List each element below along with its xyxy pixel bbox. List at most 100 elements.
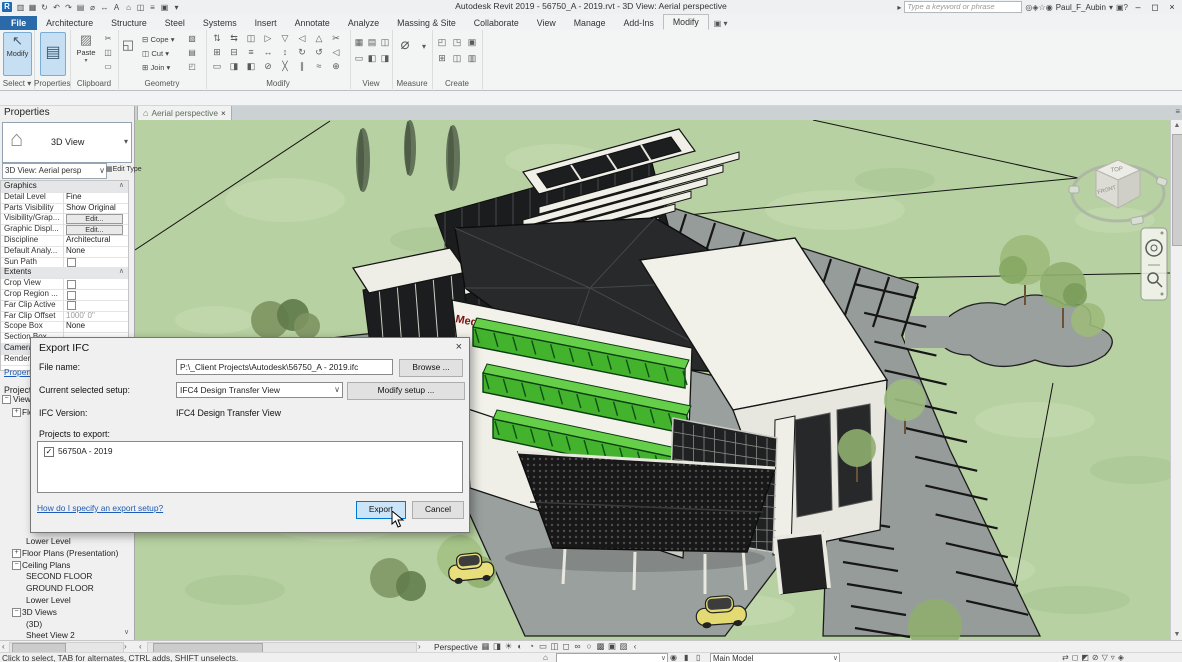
pb-scroll-left-icon[interactable]: ‹ xyxy=(2,642,5,651)
projects-listbox[interactable]: ✓ 56750A - 2019 xyxy=(37,441,463,493)
prop-value[interactable]: None xyxy=(63,246,129,257)
thin-lines-icon[interactable]: ≡ xyxy=(147,2,158,13)
prop-value[interactable]: Fine xyxy=(63,192,129,203)
view-tool-icon-2[interactable]: ▤ xyxy=(365,36,379,49)
reveal-hidden-icon[interactable]: ○ xyxy=(585,641,594,652)
drag-on-selection-icon[interactable]: ▽ xyxy=(1102,653,1108,662)
undo-icon[interactable]: ↶ xyxy=(51,2,62,13)
modify-tool-icon-15[interactable]: ↺ xyxy=(312,46,326,59)
search-icon[interactable]: ◎ xyxy=(1025,3,1032,12)
ribbon-tab-view[interactable]: View xyxy=(528,16,565,30)
measure-tool-icon[interactable]: ⌀ xyxy=(398,38,412,51)
modify-tool-icon-11[interactable]: ≡ xyxy=(244,46,258,59)
detail-level-icon[interactable]: ▦ xyxy=(481,641,490,652)
modify-tool-icon-17[interactable]: ▭ xyxy=(210,60,224,73)
ribbon-tab-structure[interactable]: Structure xyxy=(102,16,156,30)
aligned-dimension-icon[interactable]: ↔ xyxy=(99,2,110,13)
pb-item-floor-plans-presentation-[interactable]: Floor Plans (Presentation) xyxy=(22,548,118,558)
type-selector[interactable]: ⌂ 3D View ▾ xyxy=(2,122,132,163)
collapse-group-icon[interactable]: ∧ xyxy=(119,181,124,192)
worksets-icon[interactable]: ⌂ xyxy=(543,653,548,662)
export-setup-help-link[interactable]: How do I specify an export setup? xyxy=(37,503,163,513)
chevron-right-icon[interactable]: ▸ xyxy=(897,3,901,12)
show-crop-icon[interactable]: ◫ xyxy=(550,641,559,652)
redo-icon[interactable]: ↷ xyxy=(63,2,74,13)
modify-tool-icon-24[interactable]: ⊕ xyxy=(329,60,343,73)
favorites-icon[interactable]: ☆ xyxy=(1039,3,1046,12)
section-icon[interactable]: ◫ xyxy=(135,2,146,13)
customize-qat-icon[interactable]: ▾ xyxy=(171,2,182,13)
collapse-icon[interactable]: ‹ xyxy=(631,641,640,652)
text-icon[interactable]: A xyxy=(111,2,122,13)
modify-tool-icon-19[interactable]: ◧ xyxy=(244,60,258,73)
copy-to-clipboard-icon[interactable]: ◫ xyxy=(102,48,114,57)
modify-tool-icon-4[interactable]: ▷ xyxy=(261,32,275,45)
filter-icon[interactable]: ▿ xyxy=(1111,653,1115,662)
modify-tool-icon-21[interactable]: ╳ xyxy=(278,60,292,73)
modify-tool-icon-13[interactable]: ↕ xyxy=(278,46,292,59)
editable-only-icon[interactable]: ◉ xyxy=(670,653,677,662)
chevron-down-icon[interactable]: ▾ xyxy=(1109,3,1113,12)
modify-tool-icon-7[interactable]: △ xyxy=(312,32,326,45)
dialog-close-icon[interactable]: × xyxy=(456,341,462,353)
create-tool-icon-1[interactable]: ◰ xyxy=(435,36,449,49)
view-tool-icon-1[interactable]: ▦ xyxy=(352,36,366,49)
modify-panel-overflow[interactable]: ▣ ▾ xyxy=(709,17,733,30)
worksharing-display-icon[interactable]: ▩ xyxy=(596,641,605,652)
create-tool-icon-2[interactable]: ◳ xyxy=(450,36,464,49)
create-tool-icon-4[interactable]: ⊞ xyxy=(435,52,449,65)
checkbox[interactable] xyxy=(67,258,76,267)
revit-logo-icon[interactable]: R xyxy=(2,2,12,12)
ribbon-tab-annotate[interactable]: Annotate xyxy=(286,16,339,30)
prop-value[interactable]: None xyxy=(63,321,129,332)
create-tool-icon-3[interactable]: ▣ xyxy=(465,36,479,49)
default-3d-view-icon[interactable]: ⌂ xyxy=(123,2,134,13)
view-tool-icon-3[interactable]: ◫ xyxy=(378,36,392,49)
background-processes-icon[interactable]: ◈ xyxy=(1118,653,1124,662)
temporary-view-properties-icon[interactable]: ▣ xyxy=(608,641,617,652)
view-tool-icon-6[interactable]: ◨ xyxy=(378,52,392,65)
pb-item-lower-level[interactable]: Lower Level xyxy=(26,536,71,546)
pb-item-ground-floor[interactable]: GROUND FLOOR xyxy=(26,583,94,593)
select-underlay-icon[interactable]: ◻ xyxy=(1072,653,1079,662)
browse-button[interactable]: Browse ... xyxy=(399,359,463,377)
crop-view-icon[interactable]: ▭ xyxy=(539,641,548,652)
match-type-icon[interactable]: ▭ xyxy=(102,62,114,71)
modify-tool-icon-5[interactable]: ▽ xyxy=(278,32,292,45)
ribbon-tab-systems[interactable]: Systems xyxy=(194,16,246,30)
expand-icon[interactable]: + xyxy=(12,408,21,417)
checkbox[interactable] xyxy=(67,280,76,289)
ribbon-tab-modify[interactable]: Modify xyxy=(663,14,709,30)
temporary-hide-isolate-icon[interactable]: ∞ xyxy=(573,641,582,652)
create-tool-icon-5[interactable]: ◫ xyxy=(450,52,464,65)
project-checkbox[interactable]: ✓ xyxy=(44,447,54,457)
measure-icon[interactable]: ⌀ xyxy=(87,2,98,13)
switch-windows-icon[interactable]: ▣ xyxy=(159,2,170,13)
ribbon-tab-steel[interactable]: Steel xyxy=(156,16,194,30)
pb-item--3d-[interactable]: (3D) xyxy=(26,619,42,629)
print-icon[interactable]: ▤ xyxy=(75,2,86,13)
cancel-button[interactable]: Cancel xyxy=(412,501,464,519)
canvas-scroll-left-icon[interactable]: ‹ xyxy=(139,642,142,651)
modify-tool-icon-14[interactable]: ↻ xyxy=(295,46,309,59)
select-pinned-icon[interactable]: ◩ xyxy=(1081,653,1089,662)
panel-label-select[interactable]: Select ▾ xyxy=(0,79,34,88)
canvas-scroll-right-icon[interactable]: › xyxy=(418,642,421,651)
collapse-icon[interactable]: − xyxy=(12,608,21,617)
ribbon-tab-manage[interactable]: Manage xyxy=(565,16,615,30)
view-tab-aerial-perspective[interactable]: ⌂ Aerial perspective × xyxy=(137,105,232,120)
chevron-down-icon[interactable]: ▾ xyxy=(418,42,430,51)
paste-button[interactable]: ▨ Paste ▾ xyxy=(73,32,99,74)
modify-tool-icon-22[interactable]: ∥ xyxy=(295,60,309,73)
ribbon-tab-massing-site[interactable]: Massing & Site xyxy=(388,16,465,30)
analytical-model-icon[interactable]: ▨ xyxy=(619,641,628,652)
minimize-button[interactable]: – xyxy=(1131,2,1145,12)
select-links-icon[interactable]: ⇄ xyxy=(1062,653,1069,662)
expand-icon[interactable]: + xyxy=(12,549,21,558)
modify-tool-icon-18[interactable]: ◨ xyxy=(227,60,241,73)
modify-tool-icon-20[interactable]: ⊘ xyxy=(261,60,275,73)
create-tool-icon-6[interactable]: ▥ xyxy=(465,52,479,65)
pb-item-ceiling-plans[interactable]: Ceiling Plans xyxy=(22,560,70,570)
collapse-group-icon[interactable]: ∧ xyxy=(119,267,124,278)
modify-tool-icon-23[interactable]: ≈ xyxy=(312,60,326,73)
